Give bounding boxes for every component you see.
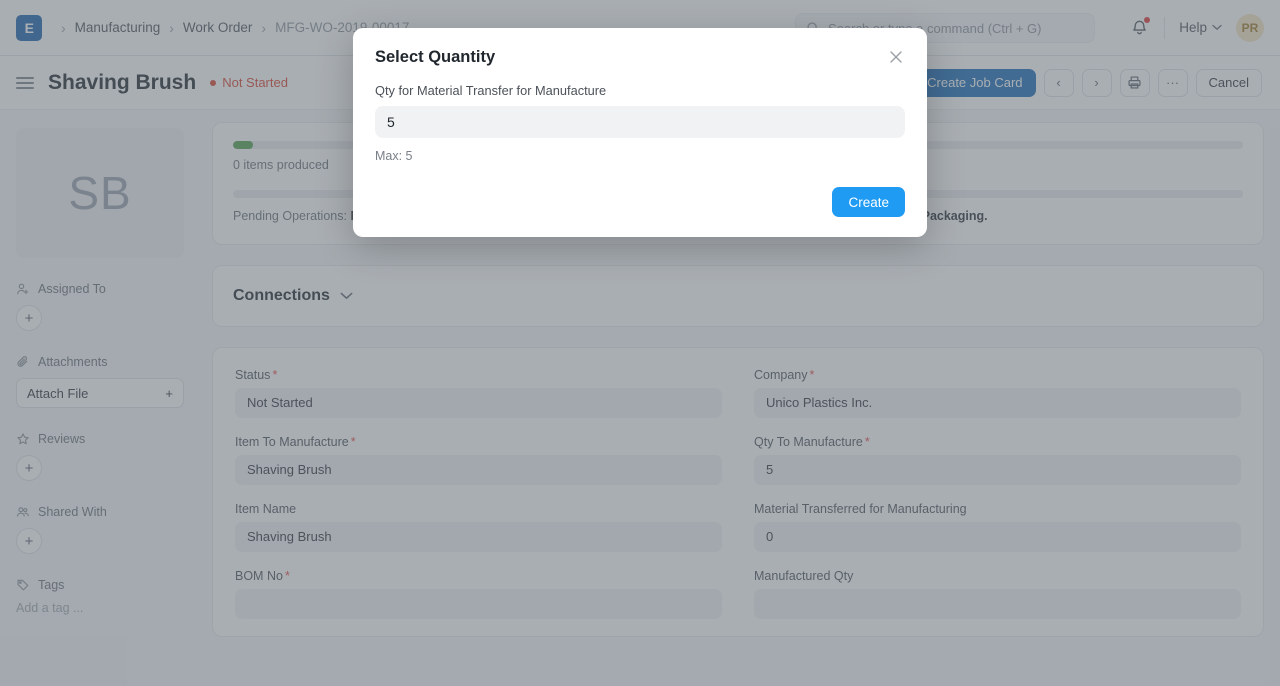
select-quantity-modal: Select Quantity Qty for Material Transfe… (353, 28, 927, 237)
modal-title: Select Quantity (375, 48, 495, 67)
qty-input[interactable]: 5 (375, 106, 905, 138)
qty-max-helper-text: Max: 5 (375, 149, 905, 163)
create-button[interactable]: Create (832, 187, 905, 217)
qty-field-label: Qty for Material Transfer for Manufactur… (375, 83, 905, 98)
modal-body: Qty for Material Transfer for Manufactur… (353, 67, 927, 163)
close-x-icon (889, 50, 903, 64)
close-icon[interactable] (887, 48, 905, 66)
modal-footer: Create (353, 163, 927, 237)
modal-header: Select Quantity (353, 28, 927, 67)
